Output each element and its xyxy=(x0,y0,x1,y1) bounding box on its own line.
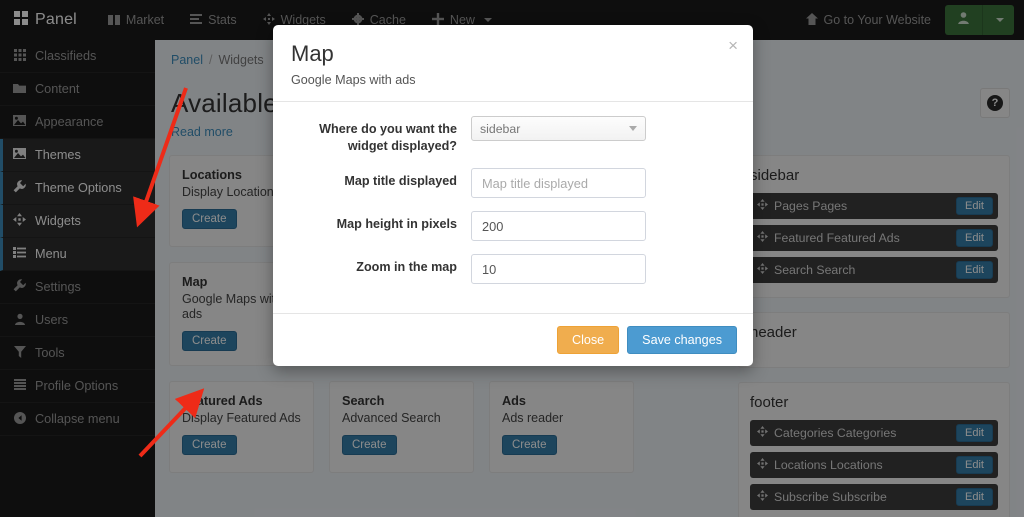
placement-select-value: sidebar xyxy=(480,121,521,136)
admin-panel-screen: Panel Market Stats Widgets Cache New Go … xyxy=(0,0,1024,517)
field-row-map-height: Map height in pixels xyxy=(291,211,735,241)
map-title-label: Map title displayed xyxy=(344,174,457,188)
map-title-control xyxy=(471,168,735,198)
placement-label: Where do you want the widget displayed? xyxy=(319,122,457,153)
placement-control: sidebar xyxy=(471,116,735,141)
chevron-down-icon xyxy=(629,126,637,131)
modal-subtitle: Google Maps with ads xyxy=(291,73,416,87)
close-button[interactable]: Close xyxy=(556,326,620,354)
close-icon[interactable]: × xyxy=(728,37,738,54)
field-row-map-zoom: Zoom in the map xyxy=(291,254,735,284)
modal-title: Map xyxy=(291,41,334,66)
map-zoom-control xyxy=(471,254,735,284)
modal-header: Map Google Maps with ads × xyxy=(273,25,753,102)
map-zoom-input[interactable] xyxy=(471,254,646,284)
map-zoom-label: Zoom in the map xyxy=(356,260,457,274)
map-height-control xyxy=(471,211,735,241)
map-height-label: Map height in pixels xyxy=(336,217,457,231)
map-height-input[interactable] xyxy=(471,211,646,241)
field-row-placement: Where do you want the widget displayed? … xyxy=(291,116,735,155)
placement-select[interactable]: sidebar xyxy=(471,116,646,141)
map-widget-modal: Map Google Maps with ads × Where do you … xyxy=(273,25,753,366)
field-row-map-title: Map title displayed xyxy=(291,168,735,198)
save-changes-button[interactable]: Save changes xyxy=(627,326,737,354)
map-title-input[interactable] xyxy=(471,168,646,198)
modal-footer: Close Save changes xyxy=(273,313,753,366)
modal-body: Where do you want the widget displayed? … xyxy=(273,102,753,313)
